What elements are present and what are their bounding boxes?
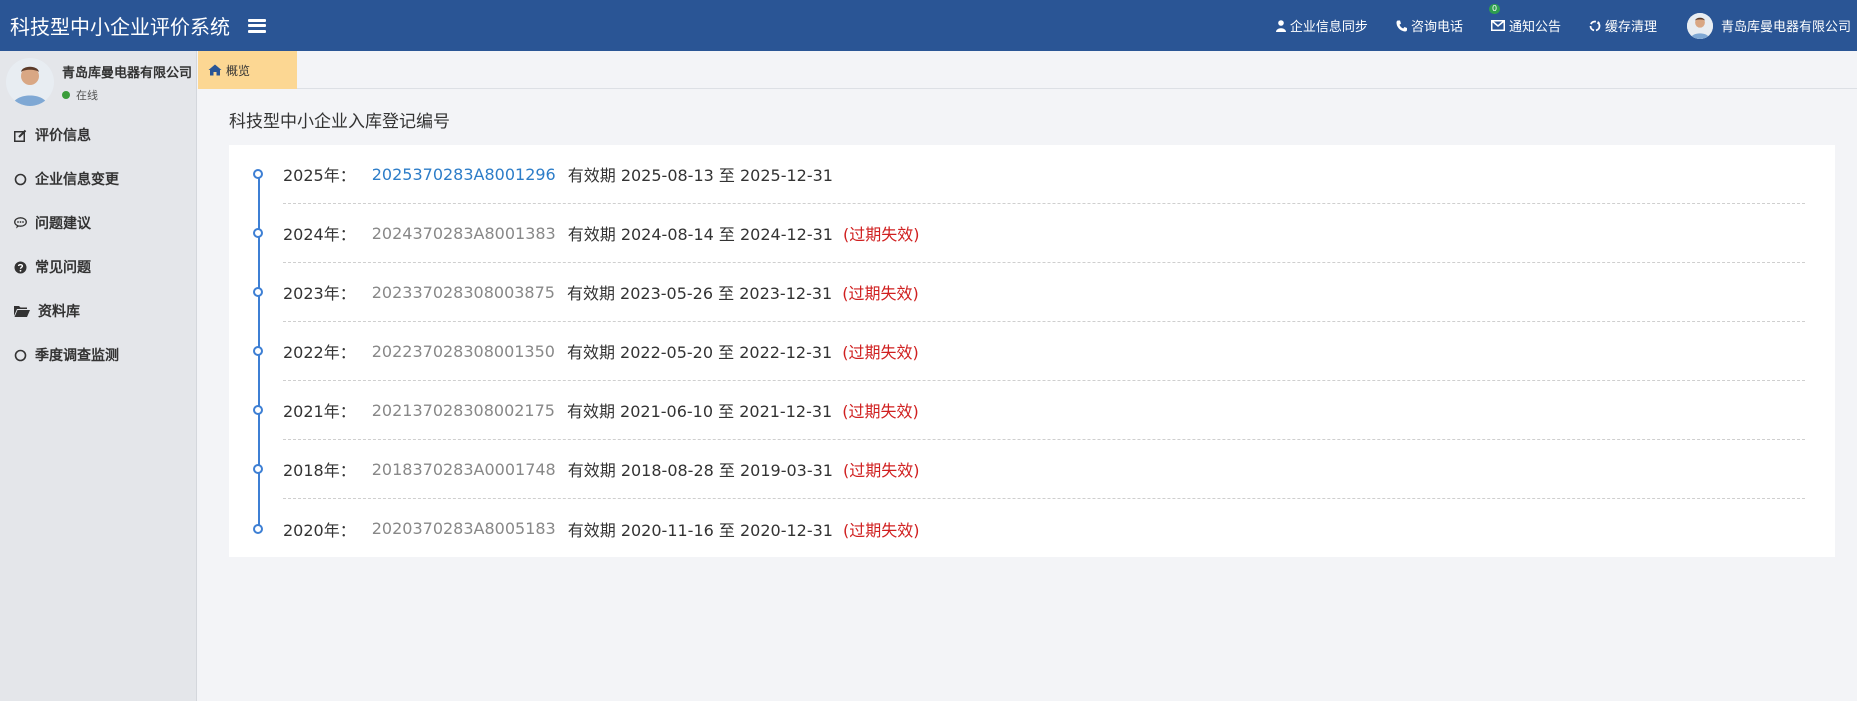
avatar [6, 58, 54, 106]
sync-info-label: 企业信息同步 [1289, 20, 1368, 35]
timeline-item: 2018年： 2018370283A0001748 有效期 2018-08-28… [253, 440, 1805, 499]
user-name: 青岛库曼电器有限公司 [1720, 20, 1851, 35]
record-code: 2024370283A8001383 [371, 223, 556, 243]
timeline-item: 2024年： 2024370283A8001383 有效期 2024-08-14… [253, 204, 1805, 263]
sidebar-item-library[interactable]: 资料库 [0, 289, 196, 333]
timeline-item: 2021年： 202137028308002175 有效期 2021-06-10… [253, 381, 1805, 440]
envelope-icon [1490, 20, 1505, 31]
sidebar-item-info-change[interactable]: 企业信息变更 [0, 157, 196, 201]
sidebar-item-label: 资料库 [38, 304, 80, 320]
user-info: 青岛库曼电器有限公司 在线 [62, 62, 192, 103]
user-icon [1275, 19, 1286, 32]
online-dot-icon [62, 90, 70, 99]
avatar [1686, 12, 1713, 39]
timeline-item: 2022年： 202237028308001350 有效期 2022-05-20… [253, 322, 1805, 381]
sidebar-item-faq[interactable]: 常见问题 [0, 245, 196, 289]
record-year: 2024年： [283, 225, 356, 244]
page-title: 科技型中小企业入库登记编号 [229, 112, 450, 132]
record-code: 202337028308003875 [371, 282, 555, 302]
question-icon [14, 261, 27, 273]
clear-cache-button[interactable]: 缓存清理 [1589, 16, 1657, 35]
record-validity: 有效期 2022-05-20 至 2022-12-31 [566, 343, 833, 362]
sync-info-button[interactable]: 企业信息同步 [1275, 16, 1368, 35]
notice-label: 通知公告 [1508, 20, 1561, 35]
timeline-dot-icon [253, 464, 263, 474]
edit-icon [14, 129, 27, 142]
user-status: 在线 [62, 87, 192, 103]
record-validity: 有效期 2024-08-14 至 2024-12-31 [567, 225, 833, 244]
timeline-item: 2023年： 202337028308003875 有效期 2023-05-26… [253, 263, 1805, 322]
phone-icon [1396, 20, 1407, 31]
tab-label: 概览 [226, 63, 251, 78]
sidebar-item-suggestions[interactable]: 问题建议 [0, 201, 196, 245]
circle-icon [14, 173, 27, 185]
home-icon [208, 64, 222, 76]
consult-phone-button[interactable]: 咨询电话 [1396, 16, 1463, 35]
tab-overview[interactable]: 概览 [198, 51, 297, 89]
tabs-bar: 概览 [198, 51, 1857, 89]
sidebar-item-label: 季度调查监测 [35, 348, 119, 364]
top-navbar: 科技型中小企业评价系统 企业信息同步 咨询电话 0 通知公告 缓存清理 青岛库曼… [0, 0, 1857, 51]
record-code: 2018370283A0001748 [371, 459, 556, 479]
sidebar-item-label: 常见问题 [35, 260, 91, 276]
timeline-dot-icon [253, 405, 263, 415]
main-content: 科技型中小企业入库登记编号 2025年： 2025370283A8001296 … [229, 110, 1837, 557]
folder-open-icon [14, 306, 30, 317]
sidebar-item-quarterly-survey[interactable]: 季度调查监测 [0, 333, 196, 377]
timeline-dot-icon [253, 228, 263, 238]
registration-timeline-card: 2025年： 2025370283A8001296 有效期 2025-08-13… [229, 145, 1835, 557]
record-year: 2020年： [283, 520, 356, 540]
record-code: 202137028308002175 [371, 400, 555, 420]
sidebar-item-label: 问题建议 [35, 216, 91, 232]
app-title[interactable]: 科技型中小企业评价系统 [0, 11, 230, 40]
record-validity: 有效期 2020-11-16 至 2020-12-31 [567, 520, 833, 540]
record-code-link[interactable]: 2025370283A8001296 [372, 165, 556, 184]
sidebar-item-label: 企业信息变更 [35, 172, 119, 188]
record-year: 2025年： [283, 166, 356, 185]
clear-cache-label: 缓存清理 [1604, 20, 1657, 35]
record-status: (过期失效) [842, 284, 919, 303]
record-status: (过期失效) [842, 225, 920, 244]
notice-button[interactable]: 0 通知公告 [1488, 4, 1561, 35]
status-text: 在线 [76, 88, 98, 102]
user-menu[interactable]: 青岛库曼电器有限公司 [1686, 12, 1851, 39]
timeline-list: 2025年： 2025370283A8001296 有效期 2025-08-13… [253, 145, 1805, 558]
consult-phone-label: 咨询电话 [1410, 20, 1463, 35]
sidebar-nav: 评价信息 企业信息变更 问题建议 常见问题 资料库 季度调查监测 [0, 113, 196, 377]
record-year: 2022年： [283, 343, 356, 362]
recycle-icon [1589, 20, 1601, 31]
record-status: (过期失效) [842, 461, 920, 480]
record-code: 202237028308001350 [371, 341, 555, 361]
menu-toggle-icon[interactable] [248, 18, 266, 33]
sidebar: 青岛库曼电器有限公司 在线 评价信息 企业信息变更 问题建议 常见问题 资料库 [0, 51, 197, 701]
record-code: 2020370283A8005183 [371, 519, 556, 538]
record-validity: 有效期 2018-08-28 至 2019-03-31 [567, 461, 833, 480]
record-validity: 有效期 2021-06-10 至 2021-12-31 [566, 402, 833, 421]
sidebar-item-label: 评价信息 [35, 128, 91, 144]
record-year: 2023年： [283, 284, 356, 303]
timeline-item: 2025年： 2025370283A8001296 有效期 2025-08-13… [253, 145, 1805, 204]
record-status: (过期失效) [842, 520, 920, 540]
record-year: 2018年： [283, 461, 356, 480]
user-panel: 青岛库曼电器有限公司 在线 [0, 51, 196, 113]
circle-icon [14, 349, 27, 361]
timeline-dot-icon [253, 523, 263, 534]
timeline-dot-icon [253, 287, 263, 297]
record-year: 2021年： [283, 402, 356, 421]
comment-icon [14, 217, 27, 229]
timeline-dot-icon [253, 169, 263, 179]
record-validity: 有效期 2025-08-13 至 2025-12-31 [567, 166, 833, 185]
timeline-item: 2020年： 2020370283A8005183 有效期 2020-11-16… [253, 499, 1805, 558]
record-status: (过期失效) [842, 402, 919, 421]
sidebar-user-name: 青岛库曼电器有限公司 [62, 65, 193, 81]
sidebar-item-evaluation[interactable]: 评价信息 [0, 113, 196, 157]
record-status: (过期失效) [842, 343, 919, 362]
timeline-dot-icon [253, 346, 263, 356]
notice-badge: 0 [1488, 4, 1501, 14]
record-validity: 有效期 2023-05-26 至 2023-12-31 [566, 284, 833, 303]
top-nav-right: 企业信息同步 咨询电话 0 通知公告 缓存清理 青岛库曼电器有限公司 [1248, 0, 1857, 51]
